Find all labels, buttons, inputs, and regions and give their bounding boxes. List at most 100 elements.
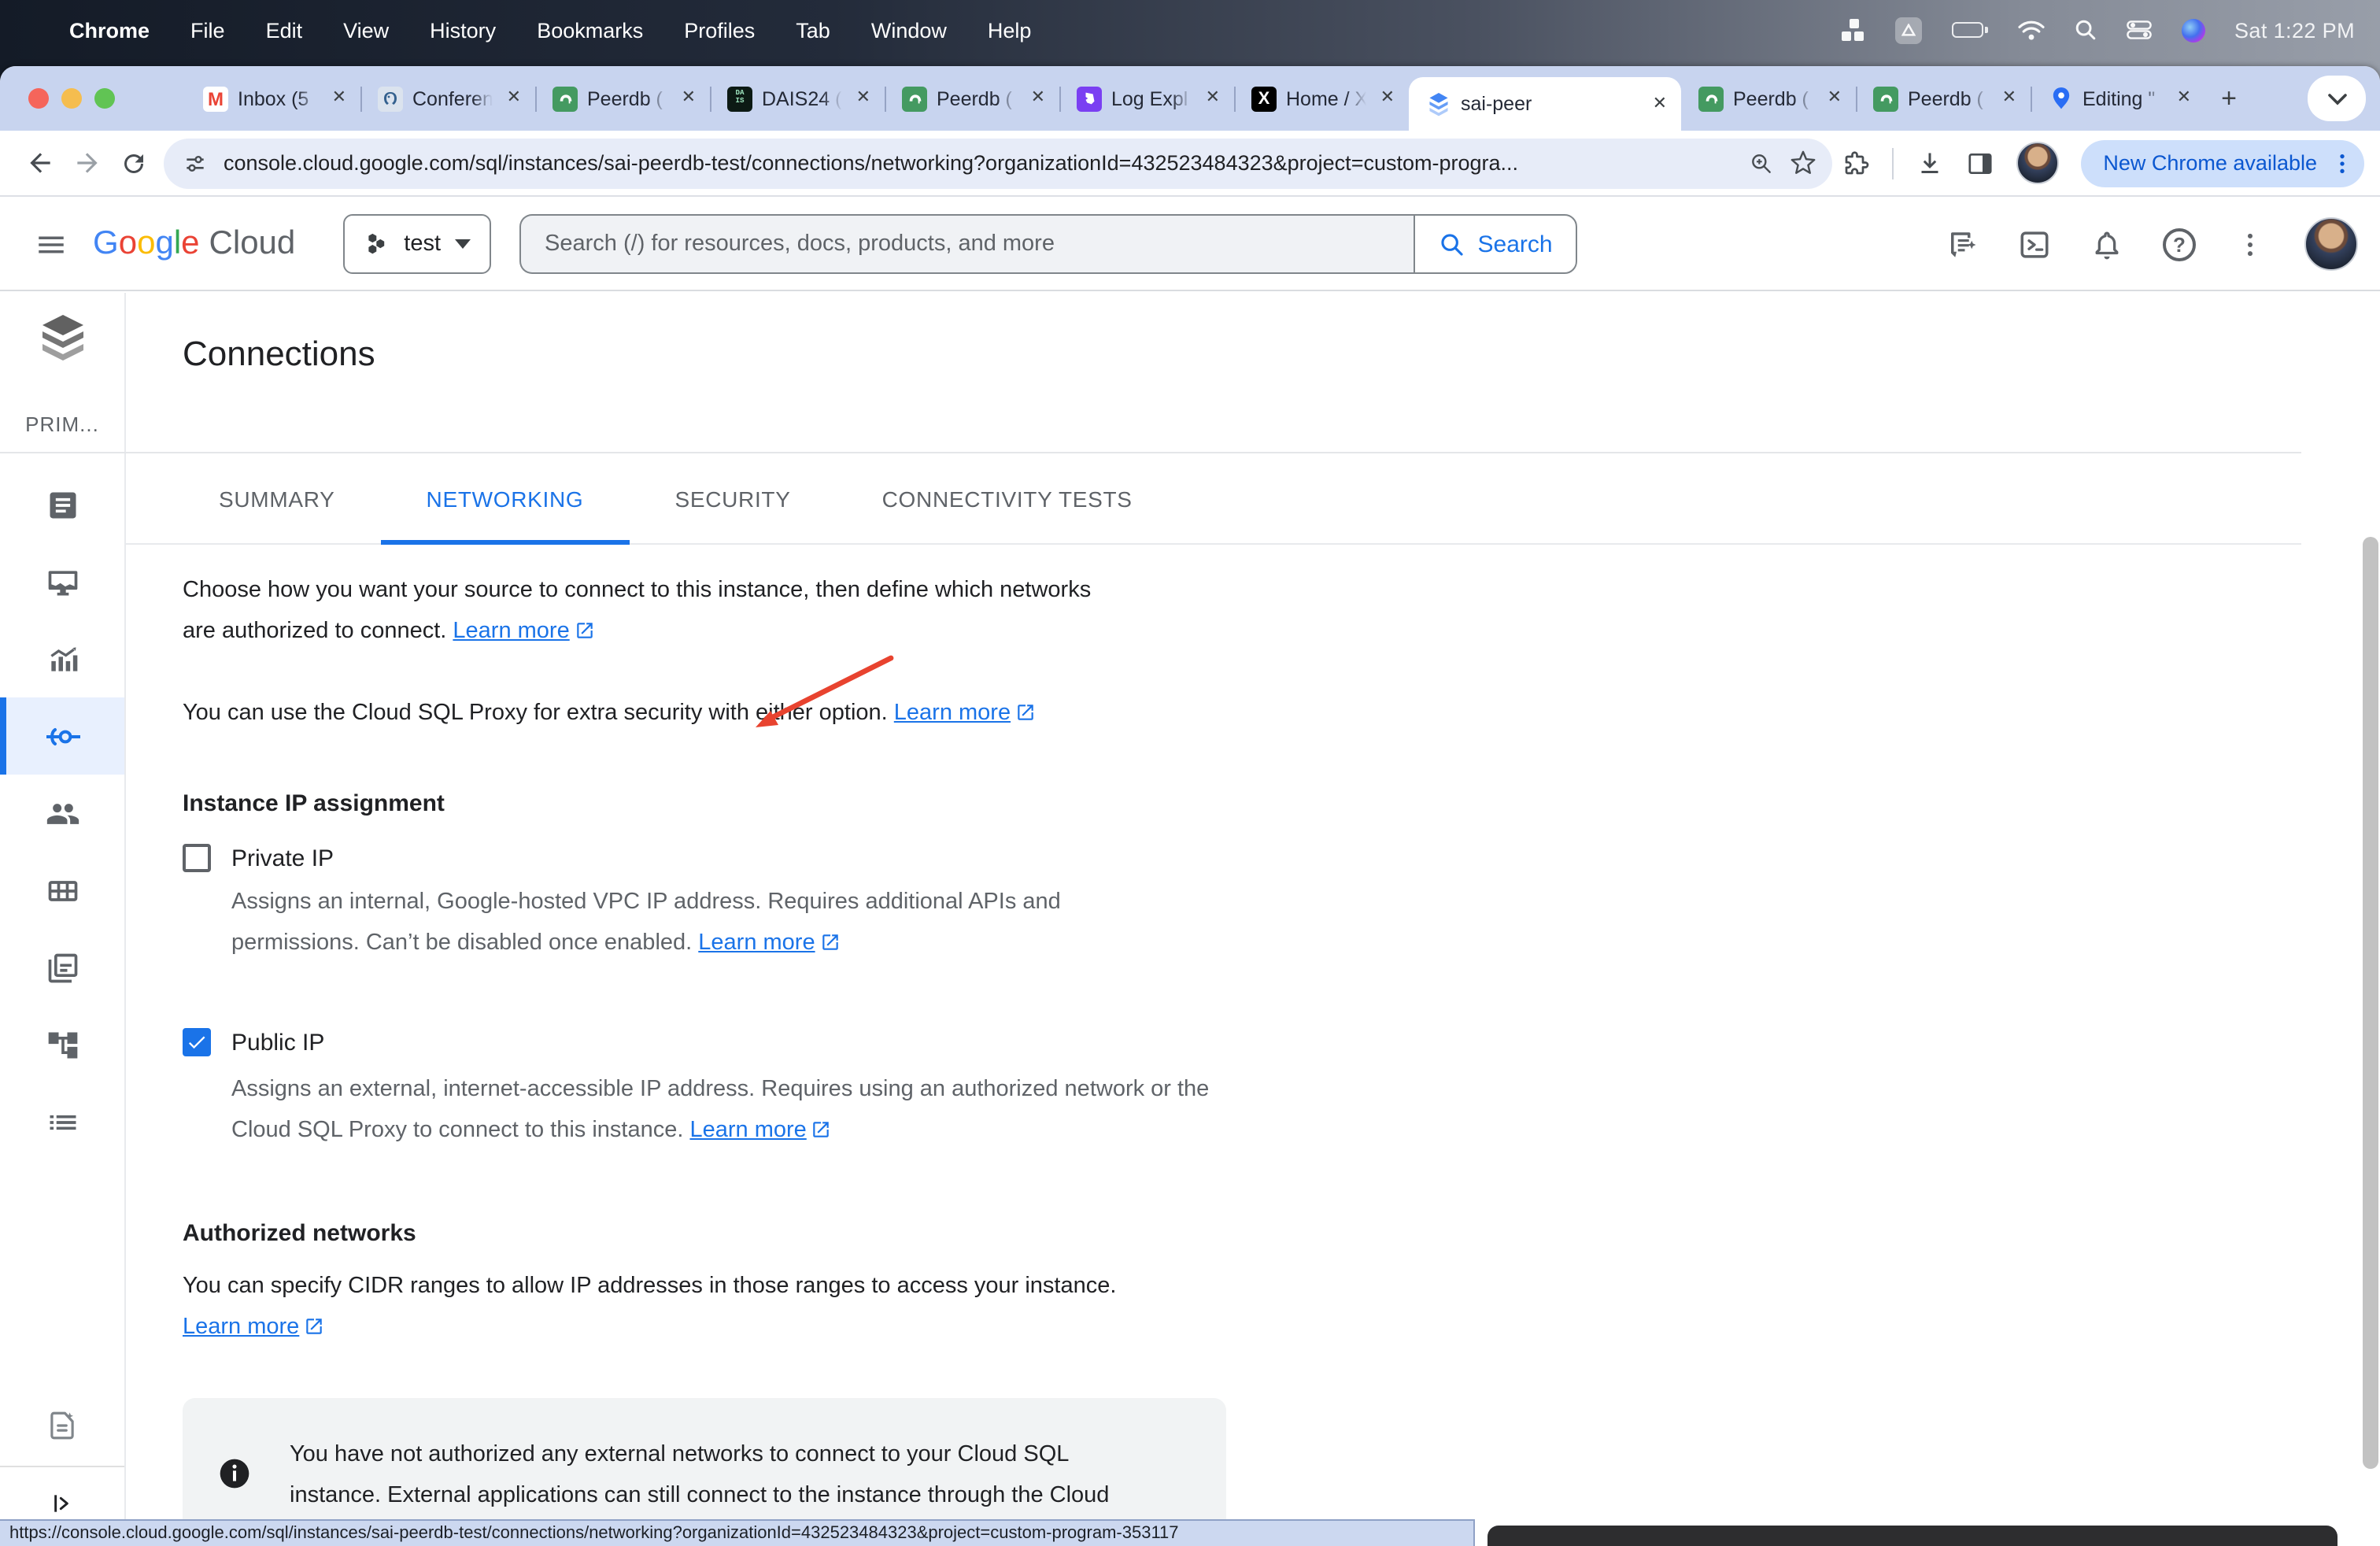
tab-close-icon[interactable]: ✕ bbox=[1998, 87, 2021, 110]
tab-close-icon[interactable]: ✕ bbox=[852, 87, 875, 110]
menu-tab[interactable]: Tab bbox=[796, 18, 830, 42]
learn-more-link[interactable]: Learn more bbox=[698, 930, 840, 956]
tab-close-icon[interactable]: ✕ bbox=[502, 87, 526, 110]
tab-search-chevron-button[interactable] bbox=[2308, 76, 2366, 121]
gcp-search-button[interactable]: Search bbox=[1414, 214, 1577, 274]
help-icon[interactable]: ? bbox=[2163, 227, 2196, 261]
datadog-favicon-icon bbox=[1077, 86, 1102, 111]
tab-connectivity-tests[interactable]: CONNECTIVITY TESTS bbox=[837, 453, 1178, 543]
cloud-shell-icon[interactable] bbox=[2018, 227, 2051, 261]
menu-help[interactable]: Help bbox=[988, 18, 1032, 42]
minimize-window-button[interactable] bbox=[61, 88, 82, 109]
menu-window[interactable]: Window bbox=[871, 18, 947, 42]
nav-overview-icon[interactable] bbox=[0, 466, 124, 543]
more-options-kebab-icon[interactable] bbox=[2235, 229, 2265, 259]
public-ip-row: Public IP bbox=[183, 1028, 2317, 1056]
tab-title: Peerdb ( bbox=[937, 87, 1017, 109]
tab-summary[interactable]: SUMMARY bbox=[173, 453, 381, 543]
download-icon[interactable] bbox=[1916, 149, 1944, 177]
chrome-window: M Inbox (5 ✕ Conferen ✕ Peerdb ( bbox=[0, 66, 2380, 1546]
tab-close-icon[interactable]: ✕ bbox=[1201, 87, 1225, 110]
site-settings-icon[interactable] bbox=[183, 150, 208, 176]
tab-close-icon[interactable]: ✕ bbox=[1648, 92, 1672, 116]
menu-file[interactable]: File bbox=[190, 18, 225, 42]
tab-editing-map[interactable]: Editing " ✕ bbox=[2031, 66, 2205, 131]
wifi-icon[interactable] bbox=[2017, 20, 2044, 40]
scrollbar-thumb[interactable] bbox=[2363, 537, 2378, 1469]
account-avatar[interactable] bbox=[2304, 217, 2358, 271]
nav-databases-icon[interactable] bbox=[0, 852, 124, 929]
console-body: PRIM... bbox=[0, 293, 2380, 1546]
learn-more-link[interactable]: Learn more bbox=[894, 701, 1036, 726]
nav-connections-icon[interactable] bbox=[0, 697, 124, 775]
forward-button[interactable] bbox=[63, 139, 110, 187]
tab-peerdb-2[interactable]: Peerdb ( ✕ bbox=[885, 66, 1059, 131]
tab-close-icon[interactable]: ✕ bbox=[1376, 87, 1399, 110]
siri-icon[interactable] bbox=[2181, 18, 2204, 42]
tab-peerdb-1[interactable]: Peerdb ( ✕ bbox=[535, 66, 710, 131]
nav-replicas-icon[interactable] bbox=[0, 1006, 124, 1083]
tab-close-icon[interactable]: ✕ bbox=[677, 87, 700, 110]
browser-profile-avatar[interactable] bbox=[2016, 142, 2059, 184]
learn-more-link[interactable]: Learn more bbox=[453, 619, 594, 644]
menu-bookmarks[interactable]: Bookmarks bbox=[537, 18, 643, 42]
menu-edit[interactable]: Edit bbox=[266, 18, 303, 42]
tab-peerdb-3[interactable]: Peerdb ( ✕ bbox=[1681, 66, 1856, 131]
nav-users-icon[interactable] bbox=[0, 775, 124, 852]
release-notes-icon[interactable] bbox=[0, 1390, 124, 1459]
notifications-bell-icon[interactable] bbox=[2090, 227, 2123, 261]
tab-title: DAIS24 ( bbox=[762, 87, 842, 109]
gemini-release-notes-icon[interactable] bbox=[1946, 227, 1979, 261]
page-title: Connections bbox=[183, 334, 375, 375]
bookmark-star-icon[interactable] bbox=[1790, 150, 1816, 176]
address-bar[interactable]: console.cloud.google.com/sql/instances/s… bbox=[164, 138, 1832, 188]
back-button[interactable] bbox=[16, 139, 63, 187]
tab-security[interactable]: SECURITY bbox=[629, 453, 836, 543]
zoom-page-icon[interactable] bbox=[1749, 150, 1774, 176]
url-text[interactable]: console.cloud.google.com/sql/instances/s… bbox=[224, 151, 1739, 175]
project-picker-button[interactable]: test bbox=[342, 214, 491, 274]
spotlight-icon[interactable] bbox=[2074, 19, 2096, 41]
gcp-nav-menu-icon[interactable] bbox=[35, 227, 68, 261]
chrome-menu-kebab-icon[interactable] bbox=[2330, 150, 2355, 176]
battery-icon[interactable] bbox=[1951, 22, 1987, 38]
toolbar-divider bbox=[1892, 147, 1894, 179]
tab-peerdb-4[interactable]: Peerdb ( ✕ bbox=[1856, 66, 2031, 131]
close-window-button[interactable] bbox=[28, 88, 49, 109]
public-ip-checkbox[interactable] bbox=[183, 1028, 211, 1056]
tab-dais[interactable]: DAIS DAIS24 ( ✕ bbox=[710, 66, 885, 131]
tab-close-icon[interactable]: ✕ bbox=[2172, 87, 2196, 110]
collapse-rail-icon[interactable] bbox=[0, 1483, 124, 1524]
extensions-icon[interactable] bbox=[1842, 149, 1870, 177]
menu-history[interactable]: History bbox=[430, 18, 496, 42]
private-ip-checkbox[interactable] bbox=[183, 844, 211, 872]
learn-more-link[interactable]: Learn more bbox=[183, 1315, 324, 1340]
menu-profiles[interactable]: Profiles bbox=[684, 18, 755, 42]
new-tab-button[interactable]: + bbox=[2205, 66, 2252, 131]
nav-operations-icon[interactable] bbox=[0, 1083, 124, 1160]
gcp-search-input[interactable]: Search (/) for resources, docs, products… bbox=[519, 214, 1414, 274]
side-panel-icon[interactable] bbox=[1966, 149, 1994, 177]
learn-more-link[interactable]: Learn more bbox=[689, 1118, 831, 1143]
control-center-icon[interactable] bbox=[2126, 20, 2151, 39]
tab-close-icon[interactable]: ✕ bbox=[1823, 87, 1846, 110]
tab-networking[interactable]: NETWORKING bbox=[381, 453, 630, 543]
nav-backups-icon[interactable] bbox=[0, 929, 124, 1006]
menu-chrome[interactable]: Chrome bbox=[69, 18, 150, 42]
tab-sai-peerdb-active[interactable]: sai-peer ✕ bbox=[1409, 77, 1681, 131]
nav-system-insights-icon[interactable] bbox=[0, 543, 124, 620]
zoom-window-button[interactable] bbox=[94, 88, 115, 109]
menu-view[interactable]: View bbox=[343, 18, 389, 42]
stats-menubar-icon[interactable] bbox=[1841, 18, 1864, 42]
tab-x-home[interactable]: X Home / X ✕ bbox=[1234, 66, 1409, 131]
tab-close-icon[interactable]: ✕ bbox=[1026, 87, 1050, 110]
google-cloud-logo[interactable]: Google Cloud bbox=[93, 225, 295, 263]
reload-button[interactable] bbox=[110, 139, 157, 187]
tab-log-explorer[interactable]: Log Expl ✕ bbox=[1059, 66, 1234, 131]
tab-inbox[interactable]: M Inbox (5 ✕ bbox=[186, 66, 360, 131]
app-menubar-icon[interactable] bbox=[1894, 17, 1921, 43]
tab-conference[interactable]: Conferen ✕ bbox=[360, 66, 535, 131]
nav-query-insights-icon[interactable] bbox=[0, 620, 124, 697]
tab-close-icon[interactable]: ✕ bbox=[327, 87, 351, 110]
new-chrome-available-button[interactable]: New Chrome available bbox=[2081, 139, 2364, 187]
